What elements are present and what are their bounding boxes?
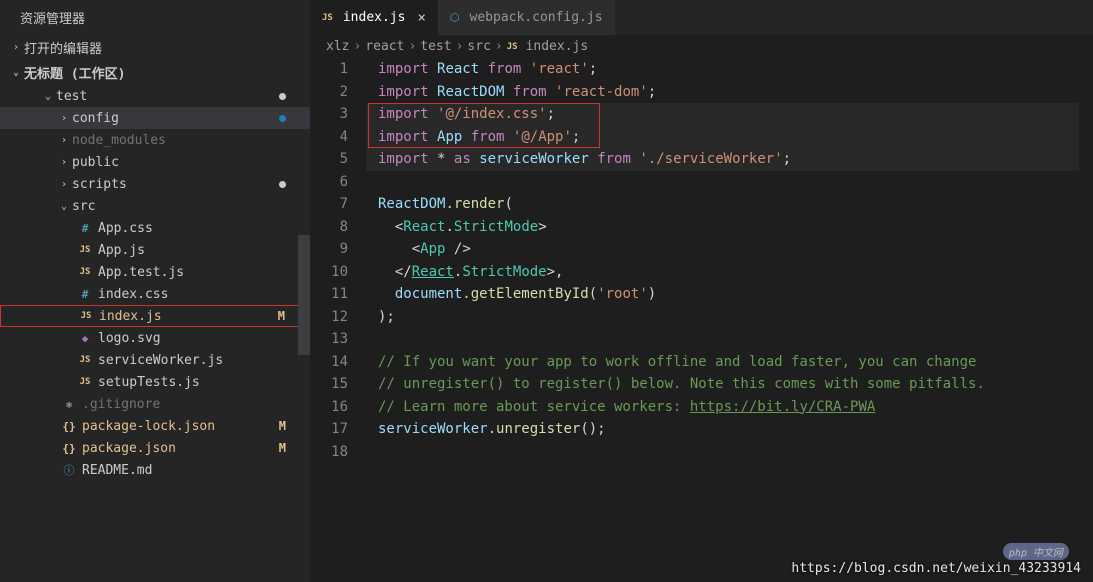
svg-icon: ◆ [76,332,94,345]
tab-bar: JS index.js × ⬡ webpack.config.js [310,0,1093,35]
explorer-sidebar: 资源管理器 › 打开的编辑器 ⌄ 无标题 (工作区) ⌄ test › conf… [0,0,310,582]
chevron-down-icon: ⌄ [56,201,72,212]
gitignore-icon: ✱ [60,398,78,411]
folder-test[interactable]: ⌄ test [0,85,310,107]
file-package-json[interactable]: {} package.json M [0,437,310,459]
chevron-right-icon: › [56,157,72,168]
chevron-right-icon: › [56,113,72,124]
file-index-css[interactable]: # index.css [0,283,310,305]
minimap[interactable] [1079,58,1093,582]
php-badge: php 中文网 [1003,543,1069,560]
modified-m-icon: M [278,309,285,323]
file-index-js[interactable]: JS index.js M [0,305,310,327]
file-app-css[interactable]: # App.css [0,217,310,239]
file-logo-svg[interactable]: ◆ logo.svg [0,327,310,349]
webpack-icon: ⬡ [450,11,460,24]
folder-config[interactable]: › config [0,107,310,129]
file-gitignore[interactable]: ✱ .gitignore [0,393,310,415]
js-icon: JS [76,355,94,365]
info-icon: ⓘ [60,462,78,478]
code-content[interactable]: import React from 'react';import ReactDO… [366,58,1079,582]
folder-node-modules[interactable]: › node_modules [0,129,310,151]
chevron-down-icon: ⌄ [40,91,56,102]
workspace-section[interactable]: ⌄ 无标题 (工作区) [0,60,310,85]
open-editors-section[interactable]: › 打开的编辑器 [0,35,310,60]
chevron-right-icon: › [56,179,72,190]
js-icon: JS [507,42,518,52]
modified-dot-icon [279,115,286,122]
file-service-worker[interactable]: JS serviceWorker.js [0,349,310,371]
modified-m-icon: M [279,419,286,433]
chevron-right-icon: › [56,135,72,146]
close-icon[interactable]: × [417,10,425,26]
modified-dot-icon [279,181,286,188]
code-editor[interactable]: 123456789101112131415161718 import React… [310,58,1093,582]
file-readme[interactable]: ⓘ README.md [0,459,310,481]
editor-area: JS index.js × ⬡ webpack.config.js xlz› r… [310,0,1093,582]
explorer-title: 资源管理器 [0,0,310,35]
css-icon: # [76,288,94,301]
js-icon: JS [322,13,333,23]
json-icon: {} [60,442,78,455]
breadcrumb[interactable]: xlz› react› test› src› JS index.js [310,35,1093,58]
folder-src[interactable]: ⌄ src [0,195,310,217]
modified-dot-icon [279,93,286,100]
modified-m-icon: M [279,441,286,455]
js-icon: JS [76,267,94,277]
tab-webpack-config[interactable]: ⬡ webpack.config.js [438,0,615,35]
tab-index-js[interactable]: JS index.js × [310,0,438,35]
watermark: https://blog.csdn.net/weixin_43233914 [791,561,1081,576]
line-gutter: 123456789101112131415161718 [310,58,366,582]
chevron-right-icon: › [8,42,24,53]
file-app-test-js[interactable]: JS App.test.js [0,261,310,283]
js-icon: JS [77,311,95,321]
file-package-lock[interactable]: {} package-lock.json M [0,415,310,437]
chevron-down-icon: ⌄ [8,67,24,78]
css-icon: # [76,222,94,235]
js-icon: JS [76,245,94,255]
file-app-js[interactable]: JS App.js [0,239,310,261]
folder-public[interactable]: › public [0,151,310,173]
folder-scripts[interactable]: › scripts [0,173,310,195]
file-setup-tests[interactable]: JS setupTests.js [0,371,310,393]
scrollbar[interactable] [298,235,310,355]
json-icon: {} [60,420,78,433]
js-icon: JS [76,377,94,387]
